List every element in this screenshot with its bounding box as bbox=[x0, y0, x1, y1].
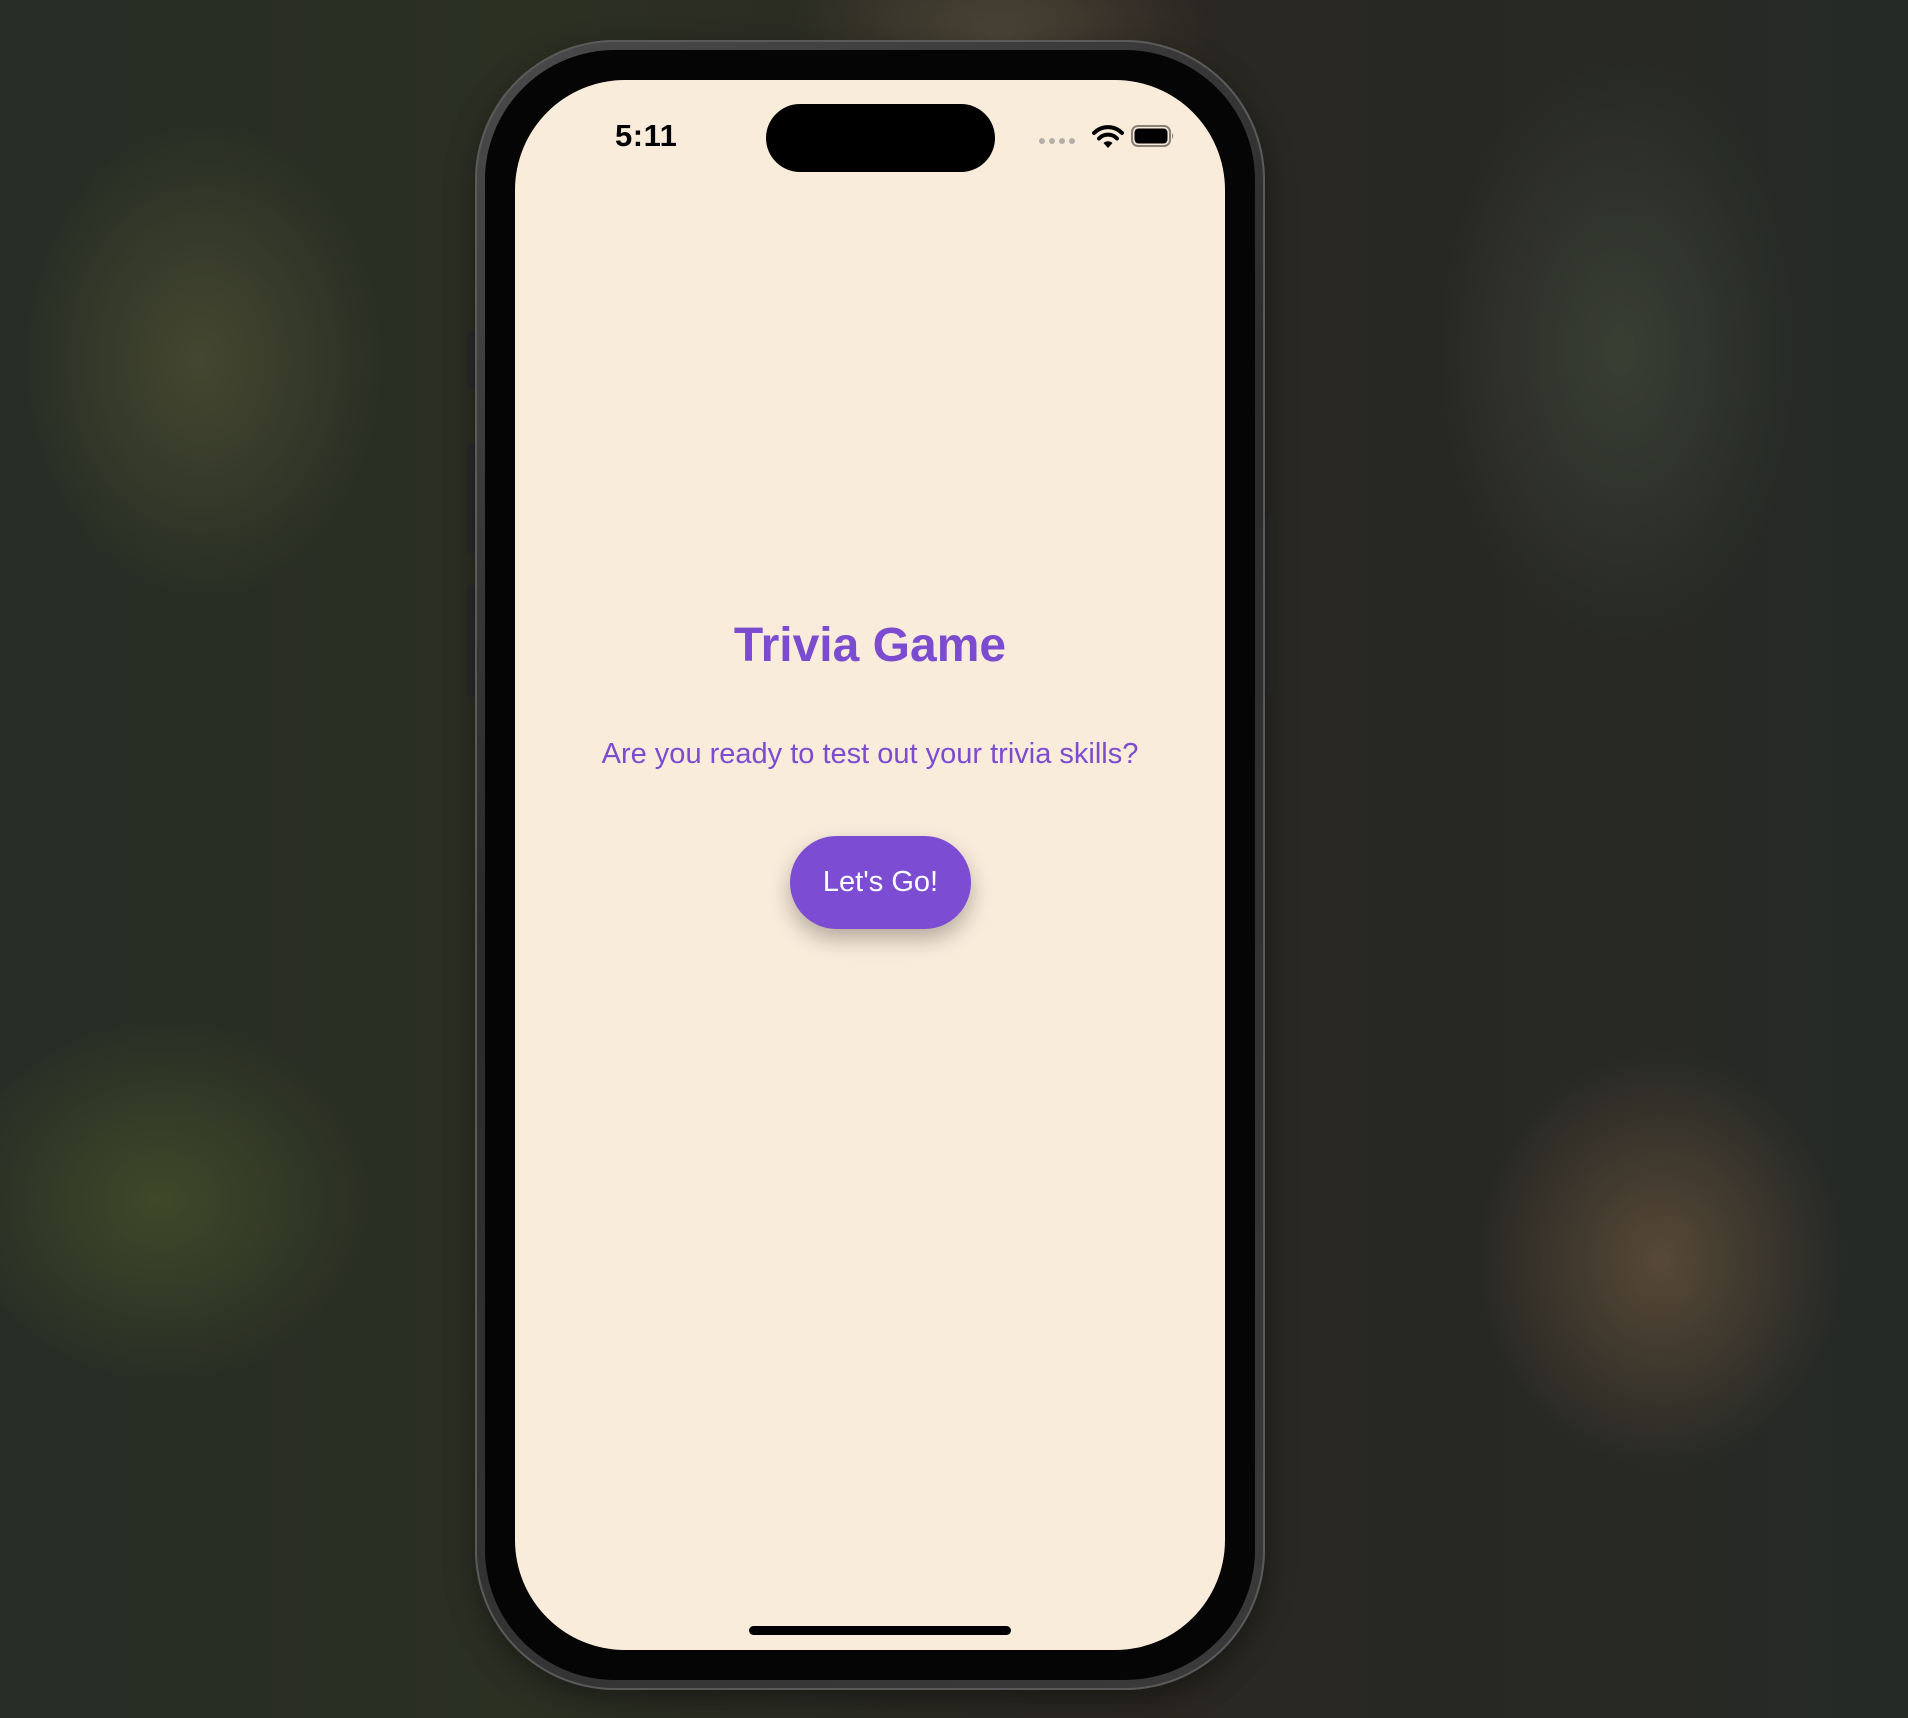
volume-up-button bbox=[467, 442, 475, 554]
app-title: Trivia Game bbox=[733, 619, 1007, 672]
power-button bbox=[1265, 515, 1273, 695]
phone-screen: 5:11 Trivia Game Are you ready to test o… bbox=[515, 80, 1225, 1650]
phone-bezel: 5:11 Trivia Game Are you ready to test o… bbox=[485, 50, 1255, 1680]
welcome-content: Trivia Game Are you ready to test out yo… bbox=[515, 80, 1225, 1650]
action-button bbox=[467, 330, 475, 390]
phone-frame: 5:11 Trivia Game Are you ready to test o… bbox=[475, 40, 1265, 1690]
start-game-button[interactable]: Let's Go! bbox=[790, 836, 971, 929]
welcome-subtitle: Are you ready to test out your trivia sk… bbox=[601, 738, 1139, 770]
volume-down-button bbox=[467, 585, 475, 697]
home-indicator[interactable] bbox=[749, 1626, 1011, 1635]
